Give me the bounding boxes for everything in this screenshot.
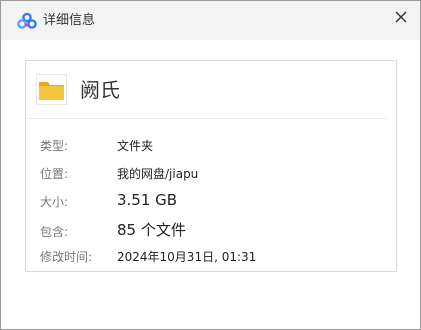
detail-label: 位置:: [40, 167, 69, 181]
detail-value: 3.51 GB: [117, 191, 178, 209]
title-bar: 详细信息: [1, 1, 420, 40]
item-name: 阙氏: [80, 78, 120, 102]
detail-label: 大小:: [40, 195, 69, 209]
close-icon[interactable]: [390, 6, 412, 28]
divider: [28, 118, 386, 119]
details-card: 阙氏 类型: 文件夹 位置: 我的网盘/jiapu 大小: 3.51 GB 包含…: [25, 60, 397, 272]
folder-icon: [36, 74, 67, 105]
baidu-netdisk-cloud-icon: [17, 12, 37, 29]
detail-label: 包含:: [40, 225, 69, 239]
detail-label: 类型:: [40, 139, 69, 153]
detail-value: 85 个文件: [117, 221, 186, 239]
dialog-title: 详细信息: [43, 13, 96, 28]
detail-value: 文件夹: [117, 139, 154, 153]
details-dialog: 详细信息 阙氏 类型: 文件夹 位置: 我的网盘/jiapu 大小: 3.51 …: [0, 0, 421, 330]
detail-value: 2024年10月31日, 01:31: [117, 250, 257, 264]
detail-label: 修改时间:: [40, 250, 93, 264]
detail-value: 我的网盘/jiapu: [117, 167, 199, 181]
folder-thumbnail: [36, 74, 67, 105]
